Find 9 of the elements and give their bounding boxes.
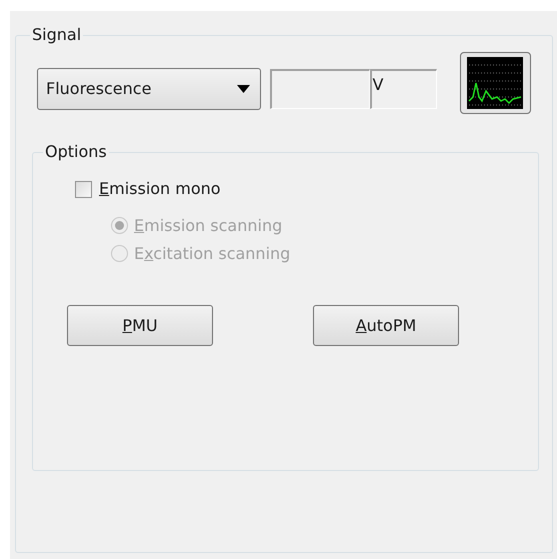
action-button[interactable]: AutoPM (313, 305, 459, 346)
signal-graph-icon (467, 57, 524, 109)
action-button[interactable]: PMU (67, 305, 213, 346)
graph-button[interactable] (460, 52, 531, 114)
unit-field[interactable]: V (370, 69, 437, 109)
emission-mono-checkbox[interactable]: Emission mono (75, 177, 221, 201)
caret-icon (236, 85, 250, 93)
signal-dropdown[interactable]: Fluorescence (37, 68, 261, 110)
value-field[interactable] (270, 69, 370, 109)
